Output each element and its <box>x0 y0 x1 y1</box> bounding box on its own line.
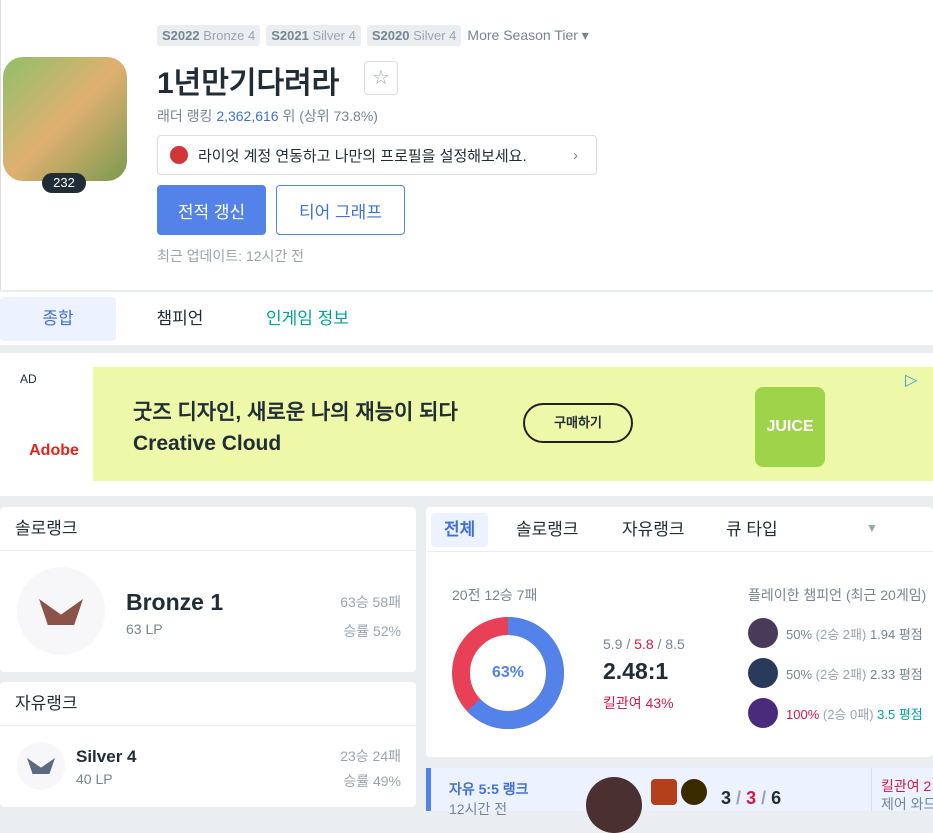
champ-row[interactable]: 50% (2승 2패) 2.33 평점 <box>748 658 923 688</box>
filter-tab-flex[interactable]: 자유랭크 <box>609 513 698 547</box>
winrate-label: 63% <box>491 664 525 681</box>
solo-tier: Bronze 1 <box>126 589 224 615</box>
riot-link-banner[interactable]: 라이엇 계정 연동하고 나만의 프로필을 설정해보세요. › <box>157 135 597 175</box>
queue-dropdown-icon[interactable]: ▼ <box>866 521 878 535</box>
rune-icon <box>681 779 707 805</box>
level-badge: 232 <box>42 173 86 193</box>
kda-average: 5.9 / 5.8 / 8.5 <box>603 636 685 652</box>
summoner-spell-icon <box>651 779 677 805</box>
solo-winrate: 승률 52% <box>343 623 401 639</box>
ad-label: AD <box>17 370 40 388</box>
season-tier-badge: S2021 Silver 4 <box>266 25 361 46</box>
match-kda: 3 / 3 / 6 <box>721 788 782 808</box>
match-queue-type: 자유 5:5 랭크 <box>449 781 529 797</box>
more-season-tier-dropdown[interactable]: More Season Tier ▾ <box>467 25 588 46</box>
solo-record: 63승 58패 <box>340 594 401 610</box>
champion-portrait <box>586 777 642 833</box>
flex-lp: 40 LP <box>76 771 113 787</box>
tier-graph-button[interactable]: 티어 그래프 <box>276 185 405 235</box>
bronze-emblem-icon <box>17 567 105 655</box>
match-control-ward: 제어 와드 <box>881 796 933 812</box>
profile-icon <box>3 57 127 181</box>
ladder-rank: 래더 랭킹 2,362,616 위 (상위 73.8%) <box>157 108 378 124</box>
champ-row[interactable]: 100% (2승 0패) 3.5 평점 <box>748 698 923 728</box>
adchoices-icon[interactable]: ▷ <box>905 370 917 390</box>
match-row[interactable]: 자유 5:5 랭크 12시간 전 3 / 3 / 6 킬관여 2 제어 와드 <box>426 768 933 833</box>
ad-text: 굿즈 디자인, 새로운 나의 재능이 되다 Creative Cloud <box>133 401 458 455</box>
refresh-button[interactable]: 전적 갱신 <box>157 185 266 235</box>
champion-portrait <box>748 698 778 728</box>
kill-participation: 킬관여 43% <box>603 695 674 711</box>
recent-games-summary: 전체 솔로랭크 자유랭크 큐 타입 ▼ 20전 12승 7패 63% 5.9 /… <box>426 507 933 757</box>
riot-banner-text: 라이엇 계정 연동하고 나만의 프로필을 설정해보세요. <box>198 147 527 165</box>
flex-tier: Silver 4 <box>76 747 137 766</box>
tab-overview[interactable]: 종합 <box>0 297 116 341</box>
kda-ratio: 2.48:1 <box>603 658 669 684</box>
ad-banner[interactable]: Adobe 굿즈 디자인, 새로운 나의 재능이 되다 Creative Clou… <box>0 353 933 496</box>
tab-ingame[interactable]: 인게임 정보 <box>250 297 365 341</box>
flex-record: 23승 24패 <box>340 748 401 764</box>
solo-lp: 63 LP <box>126 621 163 637</box>
flex-rank-title: 자유랭크 <box>0 682 416 726</box>
flex-rank-card: 자유랭크 Silver 4 40 LP 23승 24패 승률 49% <box>0 682 416 807</box>
champs-title: 플레이한 챔피언 (최근 20게임) <box>748 587 927 603</box>
filter-tab-queue-type[interactable]: 큐 타입 <box>713 513 791 547</box>
season-tiers: S2022 Bronze 4 S2021 Silver 4 S2020 Silv… <box>157 25 589 46</box>
ad-buy-button[interactable]: 구매하기 <box>523 403 633 443</box>
match-time: 12시간 전 <box>449 801 508 817</box>
main-tabs: 종합 챔피언 인게임 정보 <box>0 291 933 345</box>
games-summary: 20전 12승 7패 <box>452 587 538 603</box>
season-tier-badge: S2020 Silver 4 <box>366 25 462 46</box>
solo-rank-title: 솔로랭크 <box>0 507 416 551</box>
solo-rank-card: 솔로랭크 Bronze 1 63 LP 63승 58패 승률 52% <box>0 507 416 672</box>
flex-winrate: 승률 49% <box>343 773 401 789</box>
champion-portrait <box>748 618 778 648</box>
summoner-name: 1년만기다려라 <box>157 67 340 100</box>
season-tier-badge: S2022 Bronze 4 <box>157 25 261 46</box>
match-kill-participation: 킬관여 2 <box>881 778 932 794</box>
silver-emblem-icon <box>17 742 65 790</box>
chevron-right-icon: › <box>573 146 578 164</box>
last-updated: 최근 업데이트: 12시간 전 <box>157 248 305 264</box>
profile-header: 232 S2022 Bronze 4 S2021 Silver 4 S2020 … <box>0 0 933 290</box>
riot-fist-icon <box>170 146 188 164</box>
champion-portrait <box>748 658 778 688</box>
filter-tab-solo[interactable]: 솔로랭크 <box>503 513 592 547</box>
filter-tab-all[interactable]: 전체 <box>431 513 489 547</box>
ad-juice-image: JUICE <box>755 387 825 467</box>
champ-row[interactable]: 50% (2승 2패) 1.94 평점 <box>748 618 923 648</box>
favorite-star-icon[interactable]: ☆ <box>364 61 398 95</box>
tab-champions[interactable]: 챔피언 <box>130 297 230 341</box>
